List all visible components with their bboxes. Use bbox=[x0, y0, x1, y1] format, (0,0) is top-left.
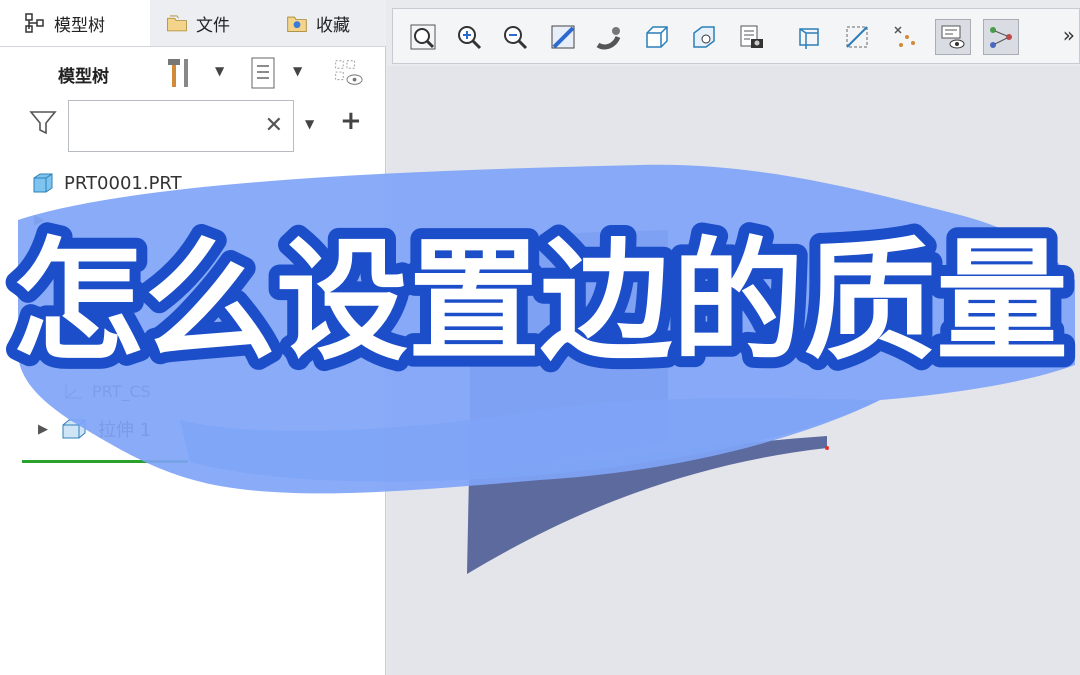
add-icon[interactable]: + bbox=[340, 106, 362, 136]
tree-item-extrude[interactable]: ▶ 拉伸 1 bbox=[38, 414, 151, 444]
display-style-icon[interactable] bbox=[639, 19, 675, 55]
toolbar-more-icon[interactable]: » bbox=[1063, 23, 1075, 47]
tab-files[interactable]: 文件 bbox=[160, 0, 270, 46]
datum-display-icon[interactable] bbox=[887, 19, 923, 55]
insert-indicator[interactable] bbox=[22, 460, 188, 463]
video-title-overlay: 怎么设置边的质量 bbox=[1, 214, 1079, 390]
section-icon[interactable] bbox=[839, 19, 875, 55]
tab-label: 模型树 bbox=[54, 15, 105, 36]
video-title: 怎么设置边的质量 bbox=[12, 225, 1068, 379]
tab-label: 收藏 bbox=[316, 15, 350, 36]
show-hide-icon[interactable] bbox=[330, 55, 364, 91]
tools-dropdown-icon[interactable]: ▼ bbox=[215, 64, 224, 78]
zoom-fit-icon[interactable] bbox=[405, 19, 441, 55]
tab-label: 文件 bbox=[196, 15, 230, 36]
search-input[interactable]: ✕ bbox=[68, 100, 294, 152]
tools-icon[interactable] bbox=[162, 55, 196, 91]
panel-tab-bar: 模型树 文件 收藏 bbox=[0, 0, 386, 47]
tab-favorites[interactable]: 收藏 bbox=[282, 0, 386, 46]
settings-dropdown-icon[interactable]: ▼ bbox=[293, 64, 302, 78]
spin-center-icon[interactable] bbox=[591, 19, 627, 55]
expand-arrow-icon[interactable]: ▶ bbox=[38, 422, 48, 437]
zoom-in-icon[interactable] bbox=[451, 19, 487, 55]
folder-icon bbox=[166, 12, 188, 34]
part-icon bbox=[30, 172, 54, 194]
view-manager-icon[interactable] bbox=[733, 19, 769, 55]
tab-model-tree[interactable]: 模型树 bbox=[0, 0, 150, 46]
clear-icon[interactable]: ✕ bbox=[265, 113, 283, 138]
search-options-dropdown-icon[interactable]: ▼ bbox=[305, 117, 314, 131]
zoom-out-icon[interactable] bbox=[497, 19, 533, 55]
annotation-display-icon[interactable] bbox=[935, 19, 971, 55]
filter-icon[interactable] bbox=[28, 108, 58, 138]
tree-item-label: PRT0001.PRT bbox=[64, 172, 182, 194]
select-filter-icon[interactable] bbox=[983, 19, 1019, 55]
graphics-toolbar: » bbox=[392, 8, 1080, 64]
repaint-icon[interactable] bbox=[545, 19, 581, 55]
favorites-icon bbox=[286, 12, 308, 34]
tree-item-label: 拉伸 1 bbox=[98, 420, 152, 441]
extrude-icon bbox=[60, 417, 88, 441]
settings-list-icon[interactable] bbox=[246, 55, 280, 91]
tree-header-label: 模型树 bbox=[58, 67, 109, 87]
tree-root-item[interactable]: PRT0001.PRT bbox=[30, 168, 182, 198]
perspective-icon[interactable] bbox=[791, 19, 827, 55]
saved-orientations-icon[interactable] bbox=[687, 19, 723, 55]
model-tree-icon bbox=[24, 12, 46, 34]
